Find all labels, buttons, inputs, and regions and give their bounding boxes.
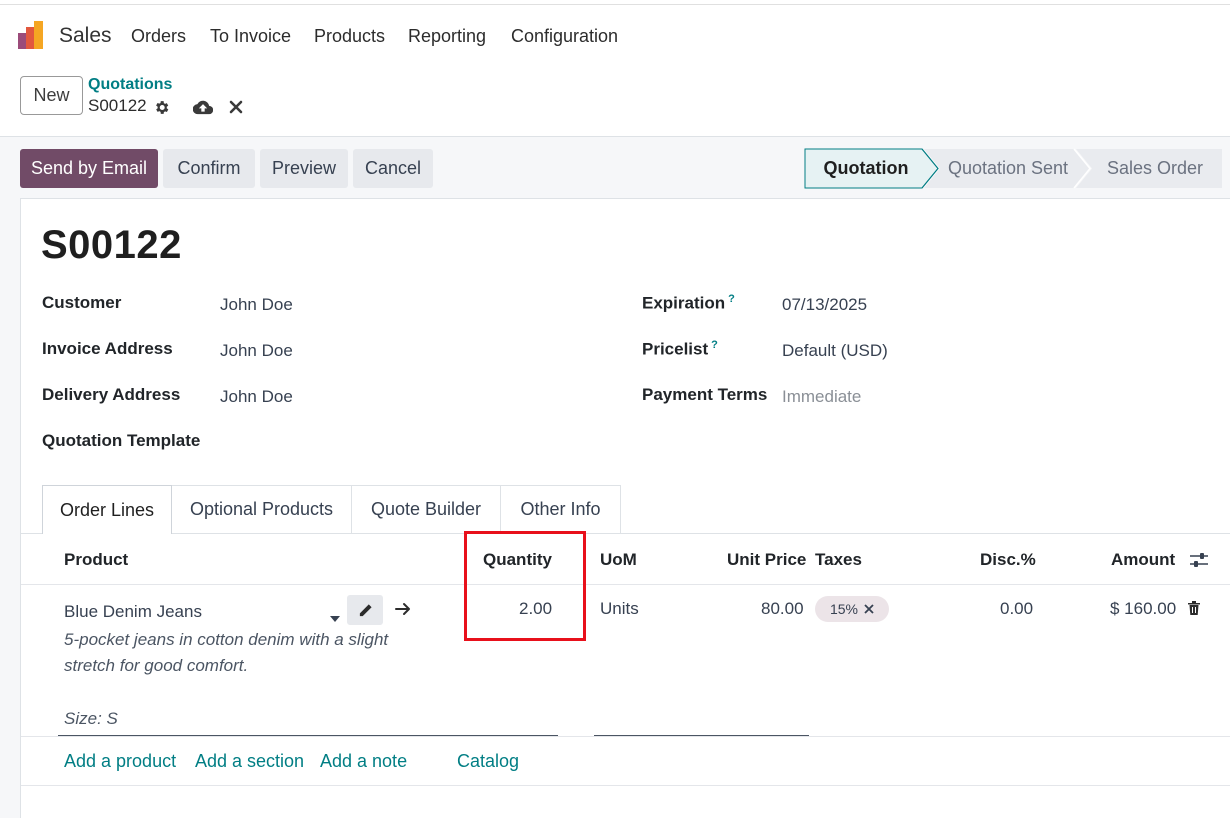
line-row-divider xyxy=(21,736,1230,737)
line-description-1: 5-pocket jeans in cotton denim with a sl… xyxy=(64,630,389,649)
trash-icon[interactable] xyxy=(1187,600,1201,621)
help-tooltip-icon[interactable]: ? xyxy=(728,293,735,305)
arrow-right-icon[interactable] xyxy=(395,601,411,622)
label-quotation-template: Quotation Template xyxy=(42,431,201,450)
edit-pencil-button[interactable] xyxy=(347,595,383,625)
label-customer: Customer xyxy=(42,293,122,312)
nav-item-configuration[interactable]: Configuration xyxy=(511,26,618,47)
label-payment-terms: Payment Terms xyxy=(642,385,768,404)
column-header-product[interactable]: Product xyxy=(64,550,128,570)
tab-optional-products[interactable]: Optional Products xyxy=(171,485,352,533)
label-pricelist-text: Pricelist xyxy=(642,339,709,359)
pencil-icon xyxy=(359,603,372,616)
tab-order-lines[interactable]: Order Lines xyxy=(42,485,172,534)
column-header-amount[interactable]: Amount xyxy=(1111,550,1175,570)
tabs-divider xyxy=(21,533,1230,534)
line-product-name[interactable]: Blue Denim Jeans xyxy=(64,602,202,622)
column-header-uom[interactable]: UoM xyxy=(600,550,637,570)
gear-icon[interactable] xyxy=(151,97,171,117)
tag-remove-icon[interactable] xyxy=(864,604,874,614)
line-description-2: stretch for good comfort. xyxy=(64,656,249,675)
field-payment-terms[interactable]: Immediate xyxy=(782,387,861,407)
line-variant: Size: S xyxy=(64,709,118,728)
status-bar: Quotation Quotation Sent Sales Order xyxy=(804,148,1222,189)
top-navbar: Sales Orders To Invoice Products Reporti… xyxy=(0,14,1230,58)
field-invoice-address[interactable]: John Doe xyxy=(220,341,293,361)
field-customer[interactable]: John Doe xyxy=(220,295,293,315)
add-note-link[interactable]: Add a note xyxy=(320,751,407,772)
optional-columns-toggle-icon[interactable] xyxy=(1189,550,1209,570)
breadcrumb-record-name: S00122 xyxy=(88,96,147,115)
links-row-divider xyxy=(21,785,1230,786)
nav-item-products[interactable]: Products xyxy=(314,26,385,47)
label-invoice-address: Invoice Address xyxy=(42,339,173,358)
send-by-email-button[interactable]: Send by Email xyxy=(20,149,158,188)
status-step-quotation[interactable]: Quotation xyxy=(804,148,928,189)
line-amount: $ 160.00 xyxy=(1110,599,1177,618)
chevron-down-icon[interactable] xyxy=(330,609,340,627)
add-section-link[interactable]: Add a section xyxy=(195,751,304,772)
app-name[interactable]: Sales xyxy=(59,24,112,48)
nav-item-to-invoice[interactable]: To Invoice xyxy=(210,26,291,47)
column-header-taxes[interactable]: Taxes xyxy=(815,550,862,570)
nav-item-reporting[interactable]: Reporting xyxy=(408,26,486,47)
add-product-link[interactable]: Add a product xyxy=(64,751,176,772)
record-title: S00122 xyxy=(41,223,182,267)
sales-app-icon[interactable] xyxy=(18,21,48,51)
help-tooltip-icon[interactable]: ? xyxy=(711,339,718,351)
tax-tag-label: 15% xyxy=(829,601,859,617)
form-sheet: S00122 Customer John Doe Invoice Address… xyxy=(20,198,1230,818)
nav-item-orders[interactable]: Orders xyxy=(131,26,186,47)
cancel-button[interactable]: Cancel xyxy=(353,149,433,188)
field-expiration[interactable]: 07/13/2025 xyxy=(782,295,867,315)
line-unit-price[interactable]: 80.00 xyxy=(761,599,804,619)
label-expiration: Expiration? xyxy=(642,293,735,314)
tab-quote-builder[interactable]: Quote Builder xyxy=(351,485,501,533)
column-header-unit-price[interactable]: Unit Price xyxy=(727,550,806,570)
label-expiration-text: Expiration xyxy=(642,293,726,313)
column-header-quantity[interactable]: Quantity xyxy=(483,550,552,570)
line-quantity[interactable]: 2.00 xyxy=(519,599,552,619)
catalog-link[interactable]: Catalog xyxy=(457,751,519,772)
status-step-quotation-sent[interactable]: Quotation Sent xyxy=(940,148,1076,189)
tax-tag[interactable]: 15% xyxy=(815,596,889,622)
status-step-sales-order[interactable]: Sales Order xyxy=(1096,148,1214,189)
tab-other-info[interactable]: Other Info xyxy=(500,485,621,533)
cloud-upload-icon[interactable] xyxy=(193,97,213,117)
column-header-discount[interactable]: Disc.% xyxy=(980,550,1036,570)
breadcrumb-quotations[interactable]: Quotations xyxy=(88,76,172,94)
label-pricelist: Pricelist? xyxy=(642,339,718,360)
confirm-button[interactable]: Confirm xyxy=(163,149,255,188)
header-row-divider xyxy=(21,584,1230,585)
line-uom[interactable]: Units xyxy=(600,599,639,619)
line-discount[interactable]: 0.00 xyxy=(1000,599,1033,619)
field-quotation-template[interactable] xyxy=(220,433,420,453)
field-delivery-address[interactable]: John Doe xyxy=(220,387,293,407)
field-pricelist[interactable]: Default (USD) xyxy=(782,341,888,361)
discard-close-icon[interactable] xyxy=(226,97,246,117)
new-button[interactable]: New xyxy=(20,76,83,115)
preview-button[interactable]: Preview xyxy=(260,149,348,188)
label-delivery-address: Delivery Address xyxy=(42,385,181,404)
top-border xyxy=(0,4,1230,5)
